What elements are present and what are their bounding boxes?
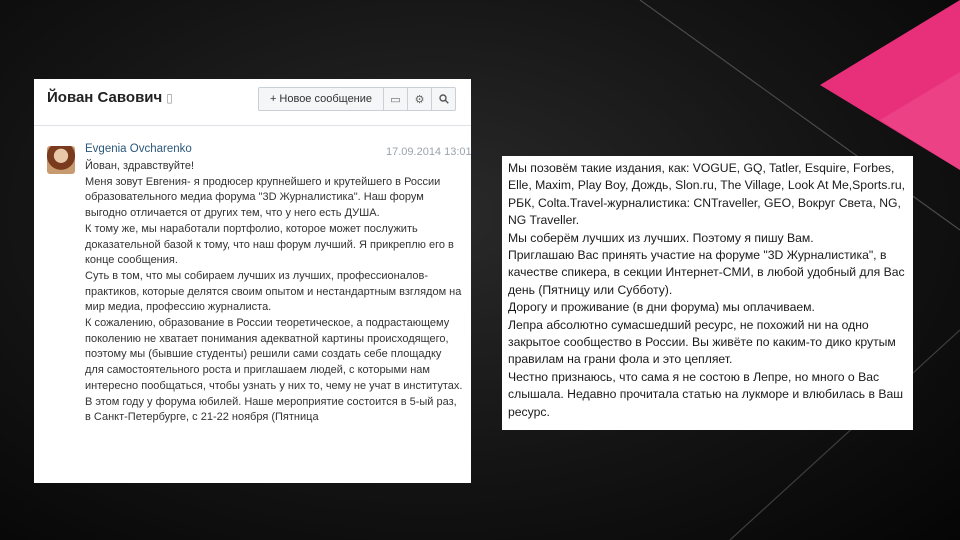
message-line: К тому же, мы наработали портфолио, кото… <box>85 222 454 267</box>
plus-icon: + <box>269 93 277 105</box>
settings-button[interactable]: ⚙ <box>408 88 432 110</box>
message-line: В этом году у форума юбилей. Наше меропр… <box>85 395 457 424</box>
message-line: К сожалению, образование в России теорет… <box>85 317 463 392</box>
quote-line: Приглашаю Вас принять участие на форуме … <box>508 248 905 297</box>
dialog-title: Йован Савович ▯ <box>47 89 173 106</box>
search-button[interactable] <box>432 88 455 110</box>
online-status-icon: ▯ <box>166 91 173 105</box>
message-continuation-panel: Мы позовём такие издания, как: VOGUE, GQ… <box>502 156 913 430</box>
pink-triangle <box>820 0 960 170</box>
dialog-toolbar: + Новое сообщение ▭ ⚙ <box>258 87 456 111</box>
message-continuation-text: Мы позовём такие издания, как: VOGUE, GQ… <box>508 160 910 421</box>
dialog-title-text: Йован Савович <box>47 89 163 106</box>
search-icon <box>438 94 449 104</box>
message-body: Йован, здравствуйте! Меня зовут Евгения-… <box>85 159 463 426</box>
dialog-screenshot: Йован Савович ▯ + Новое сообщение ▭ ⚙ Evg… <box>34 79 471 483</box>
new-message-button[interactable]: + Новое сообщение <box>259 88 384 110</box>
gear-icon: ⚙ <box>414 93 425 106</box>
dialog-header: Йован Савович ▯ + Новое сообщение ▭ ⚙ <box>34 79 471 126</box>
media-button[interactable]: ▭ <box>384 88 408 110</box>
quote-line: Мы позовём такие издания, как: VOGUE, GQ… <box>508 161 906 228</box>
message-date: 17.09.2014 13:01 <box>386 146 471 158</box>
quote-line: Дорогу и проживание (в дни форума) мы оп… <box>508 300 815 315</box>
quote-line: Честно признаюсь, что сама я не состою в… <box>508 369 904 419</box>
media-icon: ▭ <box>390 93 401 106</box>
avatar[interactable] <box>47 146 75 174</box>
message-line: Йован, здравствуйте! <box>85 160 195 172</box>
new-message-label: Новое сообщение <box>279 93 373 105</box>
quote-line: Лепра абсолютно сумасшедший ресурс, не п… <box>508 317 896 367</box>
message-line: Суть в том, что мы собираем лучших из лу… <box>85 269 462 314</box>
message-line: Меня зовут Евгения- я продюсер крупнейше… <box>85 175 441 220</box>
message-author[interactable]: Evgenia Ovcharenko <box>85 143 192 155</box>
quote-line: Мы соберём лучших из лучших. Поэтому я п… <box>508 230 814 245</box>
